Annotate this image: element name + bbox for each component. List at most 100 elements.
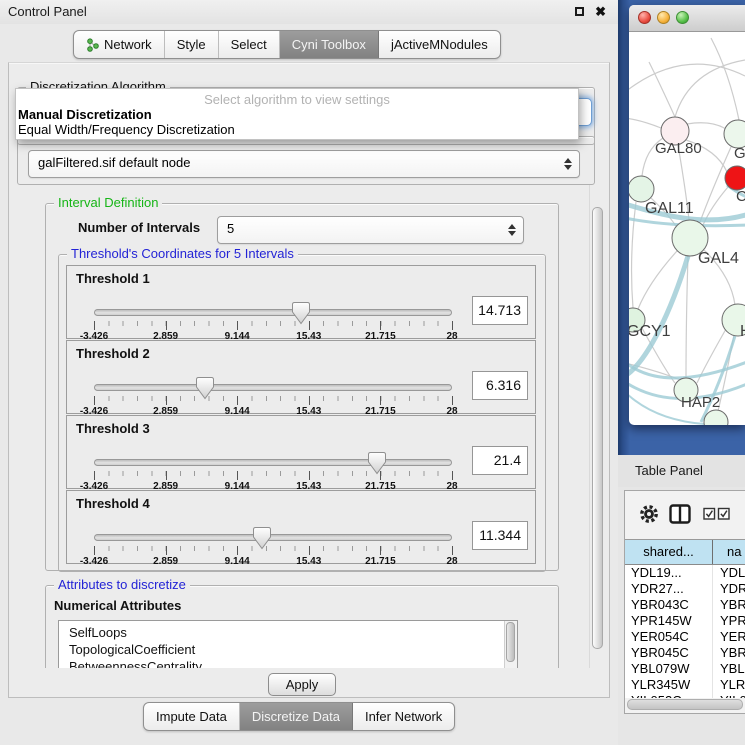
cell-name[interactable]: YIL0 (713, 693, 745, 698)
settings-scrollbar[interactable] (589, 185, 604, 668)
gear-icon[interactable] (638, 503, 660, 525)
cell-shared-name[interactable]: YIL052C (625, 693, 713, 698)
slider-track[interactable] (94, 459, 452, 466)
column-header-name[interactable]: na (713, 540, 745, 564)
cell-name[interactable]: YDR2 (713, 581, 745, 597)
attribute-item[interactable]: SelfLoops (59, 624, 504, 641)
select-columns-checkboxes-icon[interactable] (703, 507, 731, 521)
algorithm-option-manual[interactable]: Manual Discretization (16, 107, 578, 122)
threshold-4-value-field[interactable]: 11.344 (472, 521, 528, 550)
thresholds-group-title: Threshold's Coordinates for 5 Intervals (67, 246, 298, 261)
column-header-shared-name[interactable]: shared... (625, 540, 713, 564)
split-columns-icon[interactable] (669, 504, 691, 524)
slider-thumb[interactable] (195, 376, 215, 400)
table-row[interactable]: YBR045CYBR0 (625, 645, 745, 661)
slider-track[interactable] (94, 309, 452, 316)
minimize-traffic-light-icon[interactable] (657, 11, 670, 24)
threshold-1-slider[interactable]: -3.4262.8599.14415.4321.71528 (94, 300, 452, 340)
cell-name[interactable]: YER0 (713, 629, 745, 645)
node-table-body: YDL19...YDL1YDR27...YDR2YBR043CYBR0YPR14… (625, 565, 745, 698)
cell-name[interactable]: YDL1 (713, 565, 745, 581)
algorithm-option-equal-width[interactable]: Equal Width/Frequency Discretization (16, 122, 578, 137)
table-data-combobox[interactable]: galFiltered.sif default node (28, 150, 580, 178)
tab-style[interactable]: Style (165, 31, 219, 58)
slider-thumb[interactable] (252, 526, 272, 550)
close-traffic-light-icon[interactable] (638, 11, 651, 24)
cell-name[interactable]: YPR1 (713, 613, 745, 629)
control-panel-titlebar: Control Panel ✖ (0, 0, 618, 24)
slider-thumb[interactable] (291, 301, 311, 325)
number-of-intervals-label: Number of Intervals (78, 220, 200, 235)
tab-discretize-data[interactable]: Discretize Data (240, 703, 353, 730)
threshold-3-slider[interactable]: -3.4262.8599.14415.4321.71528 (94, 450, 452, 490)
cell-name[interactable]: YBR0 (713, 597, 745, 613)
network-edge[interactable] (675, 60, 745, 117)
attributes-list-scrollbar[interactable] (504, 621, 517, 668)
cell-name[interactable]: YLR3 (713, 677, 745, 693)
zoom-traffic-light-icon[interactable] (676, 11, 689, 24)
threshold-3-value-field[interactable]: 21.4 (472, 446, 528, 475)
tab-select[interactable]: Select (219, 31, 280, 58)
window-title: Control Panel (8, 4, 87, 19)
threshold-1-label: Threshold 1 (76, 271, 150, 286)
attribute-item[interactable]: BetweennessCentrality (59, 658, 504, 668)
control-panel-window: Control Panel ✖ Network Style Select Cyn… (0, 0, 618, 745)
tab-impute-data[interactable]: Impute Data (144, 703, 240, 730)
table-horizontal-scrollbar[interactable] (627, 699, 743, 710)
numerical-attributes-list[interactable]: SelfLoopsTopologicalCoefficientBetweenne… (58, 620, 518, 668)
number-of-intervals-combobox[interactable]: 5 (217, 216, 524, 244)
network-edge[interactable] (686, 256, 688, 378)
network-node[interactable] (725, 166, 745, 190)
slider-track[interactable] (94, 384, 452, 391)
network-node[interactable] (724, 120, 745, 148)
tab-infer-network[interactable]: Infer Network (353, 703, 454, 730)
algorithm-placeholder-option[interactable]: Select algorithm to view settings (16, 89, 578, 107)
table-row[interactable]: YLR345WYLR3 (625, 677, 745, 693)
network-node-label: GAL11 (645, 200, 694, 217)
tab-jactivemnodules[interactable]: jActiveMNodules (379, 31, 500, 58)
slider-major-ticks (94, 396, 452, 405)
table-panel: Table Panel (618, 455, 745, 745)
network-canvas[interactable]: GAL80GACGAL11GAL4GCY1HHAP2 (629, 32, 745, 425)
table-row[interactable]: YDR27...YDR2 (625, 581, 745, 597)
apply-button[interactable]: Apply (268, 673, 336, 696)
tab-cyni-toolbox[interactable]: Cyni Toolbox (280, 31, 379, 58)
cell-shared-name[interactable]: YER054C (625, 629, 713, 645)
network-node-label: GAL80 (655, 140, 702, 157)
network-node-label: C (736, 188, 745, 205)
network-icon (86, 38, 99, 52)
cell-shared-name[interactable]: YDR27... (625, 581, 713, 597)
network-node[interactable] (704, 410, 728, 425)
threshold-4-slider[interactable]: -3.4262.8599.14415.4321.71528 (94, 525, 452, 565)
threshold-2-value-field[interactable]: 6.316 (472, 371, 528, 400)
network-edge[interactable] (687, 123, 726, 129)
table-row[interactable]: YBR043CYBR0 (625, 597, 745, 613)
cell-name[interactable]: YBR0 (713, 645, 745, 661)
slider-thumb[interactable] (367, 451, 387, 475)
network-node[interactable] (629, 176, 654, 202)
threshold-1-value-field[interactable]: 14.713 (472, 296, 528, 325)
cell-name[interactable]: YBL0 (713, 661, 745, 677)
network-edge[interactable] (629, 118, 661, 128)
float-window-icon[interactable] (575, 7, 584, 16)
tab-jactivemnodules-label: jActiveMNodules (391, 32, 488, 57)
network-view-window[interactable]: GAL80GACGAL11GAL4GCY1HHAP2 (629, 5, 745, 425)
cell-shared-name[interactable]: YBL079W (625, 661, 713, 677)
threshold-2-slider[interactable]: -3.4262.8599.14415.4321.71528 (94, 375, 452, 415)
tab-network[interactable]: Network (74, 31, 165, 58)
scrollbar-thumb[interactable] (592, 207, 603, 649)
table-row[interactable]: YPR145WYPR1 (625, 613, 745, 629)
table-row[interactable]: YBL079WYBL0 (625, 661, 745, 677)
cell-shared-name[interactable]: YDL19... (625, 565, 713, 581)
close-icon[interactable]: ✖ (595, 4, 606, 20)
cell-shared-name[interactable]: YBR045C (625, 645, 713, 661)
attribute-item[interactable]: TopologicalCoefficient (59, 641, 504, 658)
table-row[interactable]: YDL19...YDL1 (625, 565, 745, 581)
network-edge[interactable] (711, 38, 739, 120)
cell-shared-name[interactable]: YPR145W (625, 613, 713, 629)
table-row[interactable]: YIL052CYIL0 (625, 693, 745, 698)
slider-track[interactable] (94, 534, 452, 541)
table-row[interactable]: YER054CYER0 (625, 629, 745, 645)
cell-shared-name[interactable]: YLR345W (625, 677, 713, 693)
cell-shared-name[interactable]: YBR043C (625, 597, 713, 613)
